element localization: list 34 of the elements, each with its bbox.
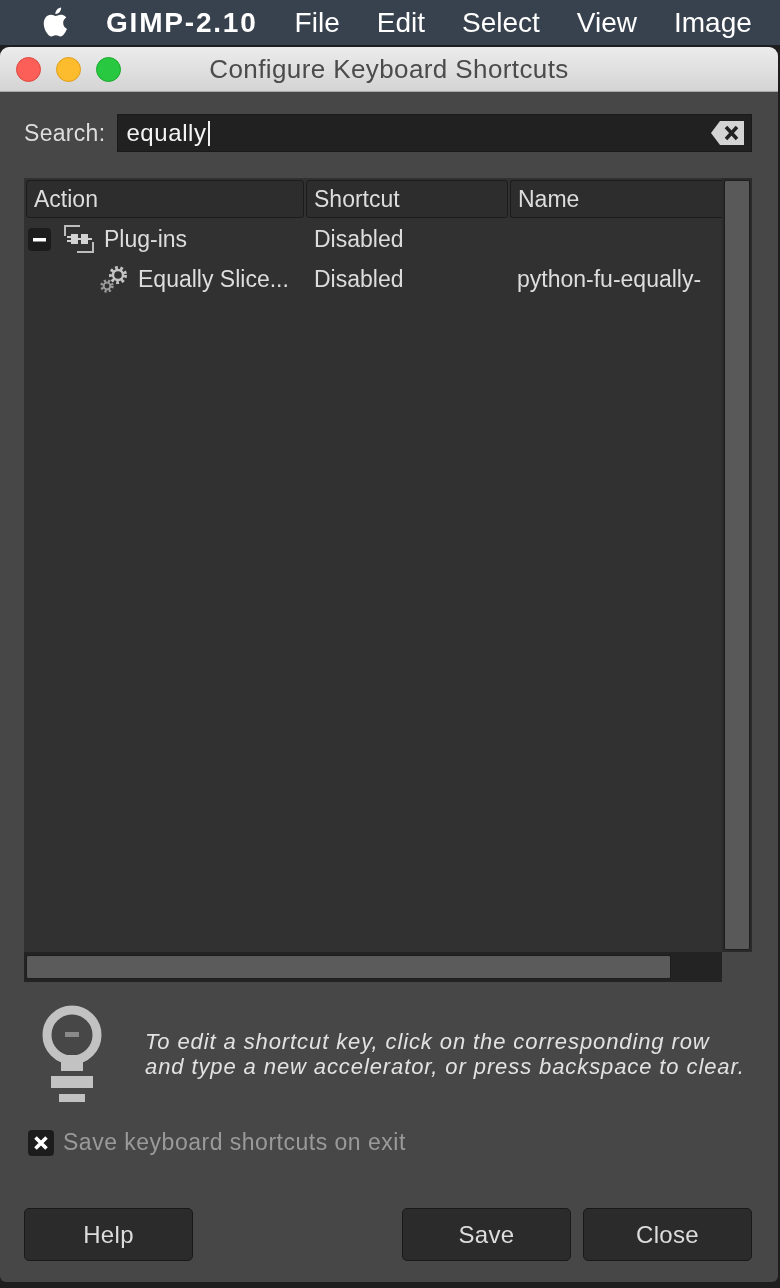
hint-text: To edit a shortcut key, click on the corresponding row and type a new accelerator, or press backspace to clear. <box>145 1029 746 1079</box>
column-header[interactable]: Action <box>26 180 304 218</box>
column-header[interactable]: Shortcut <box>306 180 508 218</box>
action-name: Equally Slice... <box>138 265 289 293</box>
action-name: Plug-ins <box>104 225 188 253</box>
clear-icon[interactable] <box>710 120 746 146</box>
text-cursor <box>207 120 210 146</box>
search-label: Search: <box>24 119 106 147</box>
plug-icon <box>63 223 95 255</box>
lightbulb-icon <box>40 1005 104 1103</box>
horizontal-scrollbar[interactable] <box>24 952 722 982</box>
collapse-icon[interactable] <box>28 227 51 251</box>
menu-item[interactable]: Edit <box>376 6 425 39</box>
shortcut-cell[interactable]: Disabled <box>314 265 404 292</box>
window-close-button[interactable] <box>16 56 41 82</box>
checkbox[interactable] <box>28 1129 54 1156</box>
dialog-button[interactable]: Close <box>583 1208 752 1261</box>
search-field[interactable]: equally <box>117 114 752 152</box>
menu-item[interactable]: View <box>576 6 637 39</box>
scrollbar-thumb[interactable] <box>26 955 671 979</box>
dialog-button[interactable]: Save <box>402 1208 571 1261</box>
zoom-button[interactable] <box>96 56 121 82</box>
menu-item[interactable]: Image <box>674 6 752 39</box>
gears-icon <box>99 264 129 294</box>
shortcut-cell[interactable]: Disabled <box>314 225 404 252</box>
dialog-button[interactable]: Help <box>24 1208 193 1261</box>
minimize-button[interactable] <box>56 56 81 82</box>
apple-icon[interactable] <box>42 6 69 39</box>
menu-item[interactable]: File <box>294 6 340 39</box>
window-title: Configure Keyboard Shortcuts <box>209 53 569 85</box>
menu-item[interactable]: Select <box>461 6 540 39</box>
column-header[interactable]: Name <box>510 180 722 218</box>
app-menu[interactable]: GIMP-2.10 <box>106 6 258 39</box>
procedure-name: python-fu-equally- <box>517 265 702 292</box>
